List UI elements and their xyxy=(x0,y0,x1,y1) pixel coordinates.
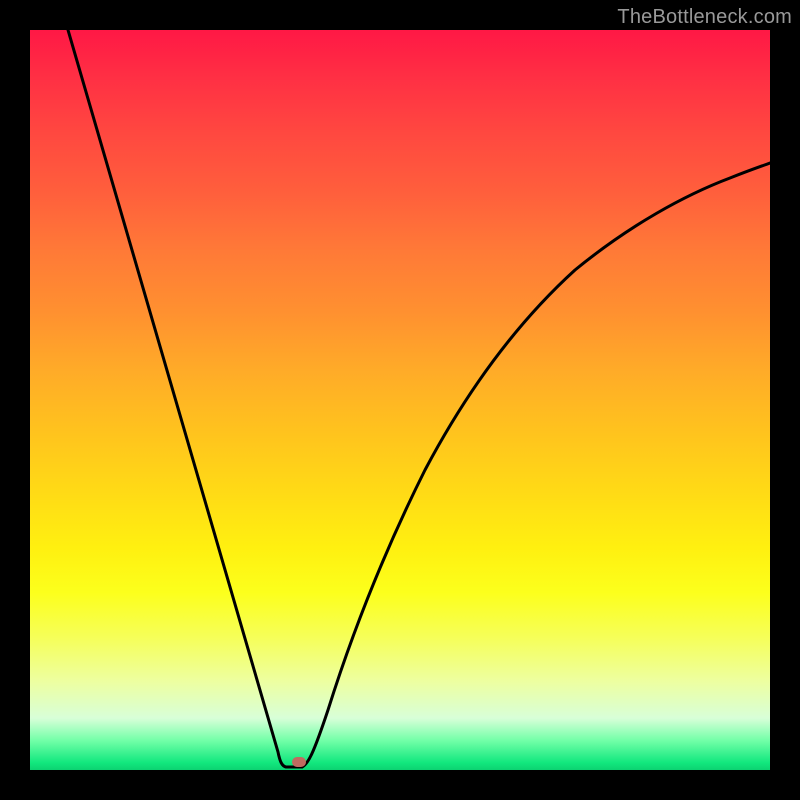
watermark-text: TheBottleneck.com xyxy=(617,6,792,29)
curve-left-path xyxy=(68,30,302,767)
curve-svg xyxy=(30,30,770,770)
minimum-marker xyxy=(292,757,306,767)
curve-right-path xyxy=(302,163,770,767)
plot-area xyxy=(30,30,770,770)
chart-frame: TheBottleneck.com xyxy=(0,0,800,800)
